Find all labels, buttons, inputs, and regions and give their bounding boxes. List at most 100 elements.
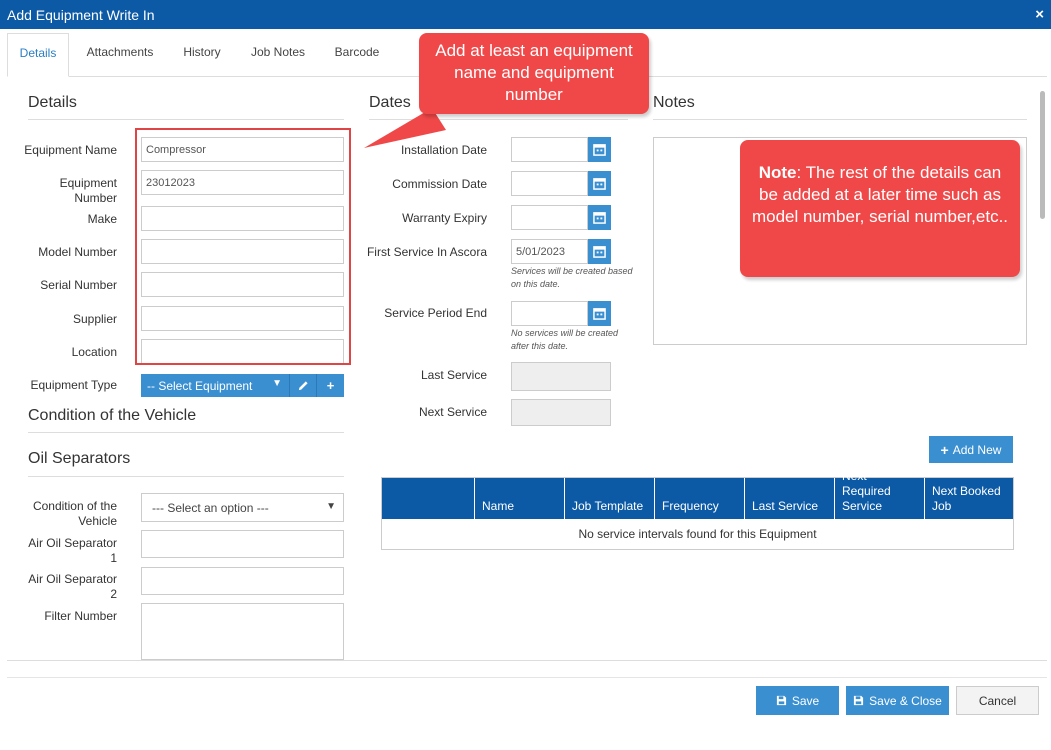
tab-attachments[interactable]: Attachments (79, 33, 161, 77)
service-period-end-hint: No services will be created after this d… (511, 327, 651, 353)
save-button[interactable]: Save (756, 686, 839, 715)
next-service-field (511, 399, 611, 426)
caret-down-icon[interactable]: ▼ (272, 378, 282, 389)
first-service-calendar-button[interactable] (588, 239, 611, 264)
calendar-icon (593, 178, 606, 190)
condition-label-line2: Vehicle (78, 514, 117, 528)
oil-separators-divider (28, 476, 344, 477)
pencil-icon (298, 381, 308, 391)
service-period-end-hint-line1: No services will be created (511, 328, 619, 338)
model-number-label: Model Number (38, 245, 117, 259)
floppy-disk-icon (854, 695, 864, 706)
details-heading: Details (28, 94, 77, 111)
installation-date-input[interactable] (511, 137, 588, 162)
add-new-button[interactable]: + Add New (929, 436, 1013, 463)
aos1-input[interactable] (141, 530, 344, 558)
equipment-type-value[interactable]: -- Select Equipment (141, 374, 289, 397)
service-period-end-hint-line2: after this date. (511, 341, 569, 351)
filter-number-label: Filter Number (44, 609, 117, 623)
aos2-input[interactable] (141, 567, 344, 595)
last-service-label: Last Service (420, 368, 487, 382)
equipment-type-select[interactable]: -- Select Equipment ▼ + (141, 374, 344, 397)
supplier-label: Supplier (72, 312, 117, 326)
condition-divider (28, 432, 344, 433)
make-label: Make (87, 212, 117, 226)
commission-date-calendar-button[interactable] (588, 171, 611, 196)
equipment-type-label: Equipment Type (30, 378, 117, 392)
cancel-button[interactable]: Cancel (956, 686, 1039, 715)
table-header: Name Job Template Frequency Last Service… (382, 469, 1013, 519)
service-period-end-calendar-button[interactable] (588, 301, 611, 326)
warranty-expiry-input[interactable] (511, 205, 588, 230)
save-close-label: Save & Close (869, 693, 942, 708)
column-header-next-required-service[interactable]: Next Required Service (834, 469, 924, 519)
floppy-disk-icon (776, 695, 786, 706)
equipment-number-label-line2: Number (74, 191, 117, 205)
calendar-icon (593, 144, 606, 156)
footer-divider-2 (7, 677, 1047, 678)
aos1-label-line2: 1 (110, 551, 117, 565)
callout-note-bold: Note (758, 163, 797, 182)
tab-job-notes[interactable]: Job Notes (243, 33, 313, 77)
condition-select[interactable]: --- Select an option --- ▼ (141, 493, 344, 522)
aos2-label-line2: 2 (110, 587, 117, 601)
tab-barcode[interactable]: Barcode (327, 33, 387, 77)
aos1-label: Air Oil Separator 1 (18, 536, 117, 566)
add-new-label: Add New (952, 442, 1002, 457)
condition-label-line1: Condition of the (32, 499, 117, 513)
warranty-expiry-label: Warranty Expiry (402, 211, 487, 225)
last-service-field (511, 362, 611, 391)
callout-required-fields: Add at least an equipment name and equip… (419, 33, 649, 114)
next-service-label: Next Service (418, 405, 487, 419)
equipment-name-label: Equipment Name (24, 143, 117, 157)
first-service-input[interactable]: 5/01/2023 (511, 239, 588, 264)
oil-separators-heading: Oil Separators (28, 450, 131, 467)
first-service-hint-line1: Services will be created based (511, 266, 633, 276)
calendar-icon (593, 246, 606, 258)
plus-icon: + (326, 378, 335, 393)
column-header-next-booked-job[interactable]: Next Booked Job (924, 478, 1013, 519)
save-label: Save (791, 693, 820, 708)
filter-number-input[interactable] (141, 603, 344, 660)
footer-divider (7, 660, 1047, 661)
details-divider (28, 119, 344, 120)
add-equipment-type-button[interactable]: + (316, 374, 344, 397)
aos2-label: Air Oil Separator 2 (18, 572, 117, 602)
title-bar: Add Equipment Write In × (0, 0, 1051, 29)
warranty-expiry-calendar-button[interactable] (588, 205, 611, 230)
scrollbar[interactable] (1040, 91, 1045, 219)
column-header-frequency[interactable]: Frequency (654, 478, 744, 519)
first-service-hint-line2: on this date. (511, 279, 561, 289)
highlight-required-fields (135, 128, 351, 365)
save-close-button[interactable]: Save & Close (846, 686, 949, 715)
plus-icon: + (940, 441, 949, 458)
column-header-name[interactable]: Name (474, 478, 564, 519)
tab-details[interactable]: Details (7, 33, 69, 77)
notes-heading: Notes (653, 94, 695, 111)
column-header-last-service[interactable]: Last Service (744, 478, 834, 519)
condition-heading: Condition of the Vehicle (28, 407, 197, 424)
commission-date-label: Commission Date (392, 177, 487, 191)
installation-date-calendar-button[interactable] (588, 137, 611, 162)
empty-table-message: No service intervals found for this Equi… (578, 527, 817, 541)
edit-equipment-type-button[interactable] (289, 374, 316, 397)
aos2-label-line1: Air Oil Separator (28, 572, 117, 586)
aos1-label-line1: Air Oil Separator (28, 536, 117, 550)
close-icon[interactable]: × (1035, 6, 1044, 23)
location-label: Location (71, 345, 117, 359)
column-header-select (382, 478, 474, 519)
condition-label: Condition of the Vehicle (18, 499, 117, 529)
service-intervals-table: Name Job Template Frequency Last Service… (381, 469, 1014, 550)
calendar-icon (593, 212, 606, 224)
first-service-label: First Service In Ascora (366, 245, 487, 259)
service-period-end-input[interactable] (511, 301, 588, 326)
serial-number-label: Serial Number (40, 278, 117, 292)
commission-date-input[interactable] (511, 171, 588, 196)
column-header-job-template[interactable]: Job Template (564, 478, 654, 519)
condition-select-value: --- Select an option --- (152, 501, 269, 515)
callout-note: Note: The rest of the details can be add… (740, 140, 1020, 277)
chevron-down-icon: ▼ (326, 501, 336, 512)
first-service-hint: Services will be created based on this d… (511, 265, 651, 291)
calendar-icon (593, 308, 606, 320)
tab-history[interactable]: History (175, 33, 229, 77)
